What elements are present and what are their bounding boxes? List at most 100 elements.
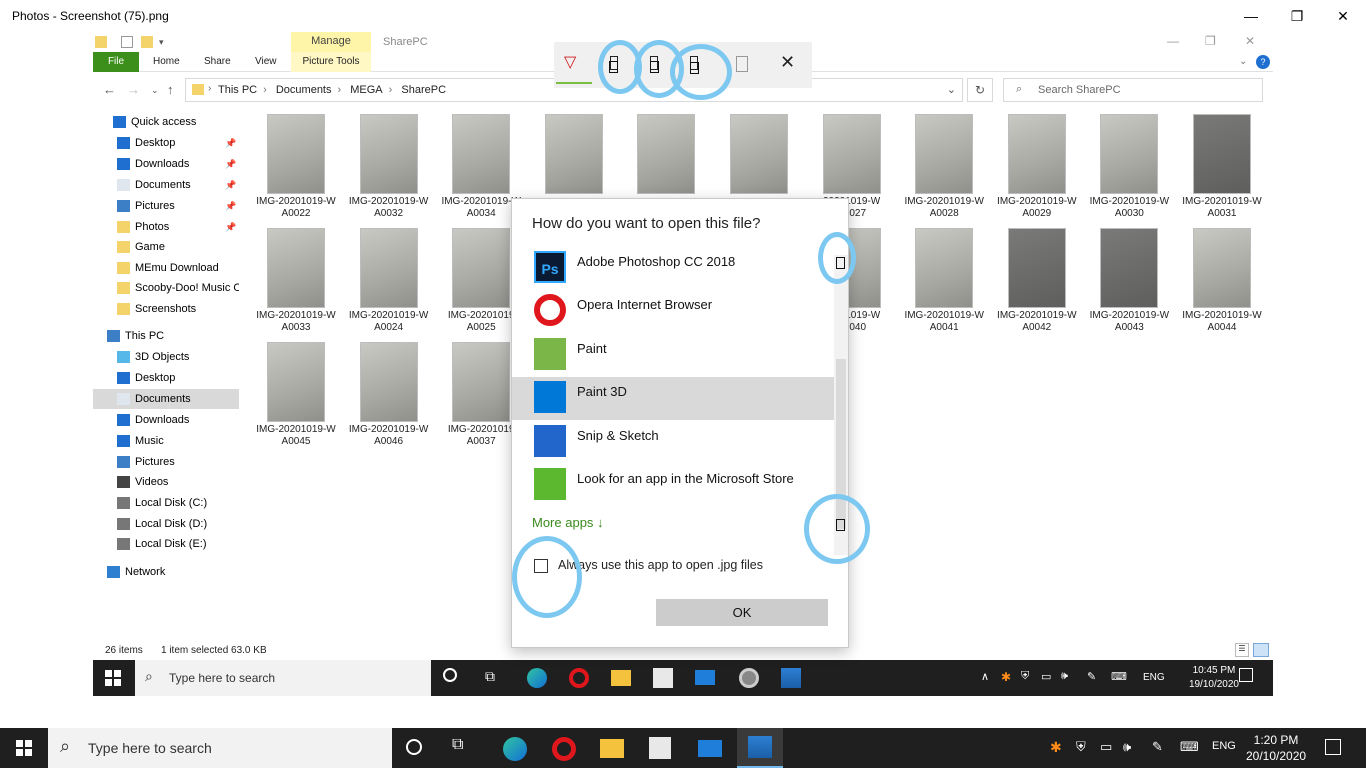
file-name-line: IMG-20201019-W	[348, 196, 429, 207]
maximize-button[interactable]: ❐	[1274, 0, 1320, 32]
language-indicator[interactable]: ENG	[1212, 740, 1236, 752]
search-icon: ⌕	[145, 668, 153, 684]
nav-item-label: Network	[125, 566, 166, 578]
pen-annotation-mark	[650, 61, 659, 73]
search-placeholder: Search SharePC	[1038, 84, 1121, 96]
network-icon: ▭	[1041, 671, 1052, 683]
photoshop-icon: Ps	[534, 251, 566, 283]
file-name-line: IMG-20201019-W	[256, 196, 336, 207]
forward-arrow-icon: →	[127, 82, 140, 97]
opera-button[interactable]	[552, 737, 576, 761]
pen-annotation-mark	[836, 257, 845, 269]
nav-item-label: Quick access	[131, 116, 197, 128]
touch-keyboard-icon[interactable]: ⌨	[1180, 739, 1199, 755]
file-name-line: A0030	[1114, 208, 1144, 219]
recent-chevron-icon: ⌄	[151, 85, 159, 95]
nav-item-label: Downloads	[135, 158, 190, 170]
action-center-button[interactable]	[1325, 739, 1341, 755]
explorer-close-icon: ✕	[1245, 34, 1256, 48]
file-thumbnail: IMG-20201019-W A0031	[1179, 114, 1265, 224]
refresh-icon: ↻	[967, 78, 993, 102]
file-explorer-button[interactable]	[600, 739, 624, 758]
pictures-icon	[117, 456, 130, 468]
tab-home: Home	[153, 56, 180, 67]
nav-item-label: Videos	[135, 476, 169, 488]
image-preview	[1193, 114, 1251, 194]
image-preview	[915, 228, 974, 308]
disk-icon	[117, 538, 130, 550]
image-preview	[1193, 228, 1251, 308]
file-thumbnail: IMG-20201019-W A0043	[1086, 228, 1172, 338]
chevron-down-icon: ▾	[159, 37, 164, 47]
volume-icon[interactable]: 🕪	[1123, 739, 1131, 755]
edge-button[interactable]	[503, 737, 527, 761]
taskbar-clock[interactable]: 1:20 PM 20/10/2020	[1246, 732, 1306, 764]
start-icon	[105, 670, 121, 686]
video-icon	[117, 476, 130, 488]
mail-button[interactable]	[698, 740, 722, 757]
nav-item: MEmu Download	[93, 258, 239, 278]
tab-view: View	[255, 56, 277, 67]
nav-item-label: Local Disk (C:)	[135, 497, 208, 509]
shield-icon[interactable]: ⛨	[1076, 739, 1086, 755]
cube-icon	[117, 351, 130, 363]
inner-search-bar: ⌕ Type here to search	[135, 660, 431, 696]
cortana-button[interactable]	[406, 739, 422, 755]
file-name-line: IMG-20201019-W	[997, 310, 1077, 321]
pin-icon: 📌	[225, 222, 237, 232]
selection-info: 1 item selected 63.0 KB	[161, 645, 267, 656]
inner-date: 19/10/2020	[1188, 679, 1239, 690]
file-name-line: A0046	[374, 436, 404, 447]
file-name-line: IMG-20201019-W	[904, 310, 984, 321]
up-arrow-icon: ↑	[167, 82, 174, 97]
taskbar-search-text: Type here to search	[88, 740, 212, 756]
pictures-icon	[117, 200, 130, 212]
taskbar-date: 20/10/2020	[1246, 749, 1307, 763]
star-icon	[113, 116, 126, 128]
close-toolbar-icon[interactable]: ✕	[780, 52, 795, 73]
avast-icon[interactable]: ✱	[1050, 739, 1062, 756]
ruler-tool-icon[interactable]	[736, 56, 748, 72]
minimize-button[interactable]: —	[1228, 0, 1274, 32]
task-view-button[interactable]: ⧉	[452, 736, 472, 756]
annotation-circle	[512, 536, 582, 618]
close-button[interactable]: ✕	[1320, 0, 1366, 32]
photos-taskbar-button[interactable]	[737, 728, 783, 768]
breadcrumb: This PC › Documents › MEGA › SharePC	[218, 84, 447, 96]
file-name-line: A0028	[929, 208, 959, 219]
image-preview	[1007, 228, 1066, 308]
snip-sketch-icon	[534, 424, 566, 457]
store-button[interactable]	[649, 737, 671, 759]
always-use-label: Always use this app to open .jpg files	[558, 558, 763, 572]
file-thumbnail: IMG-20201019-W A0045	[253, 342, 339, 452]
nav-item: Local Disk (E:)	[93, 534, 239, 554]
image-preview	[1100, 114, 1159, 194]
file-name-line: A0045	[281, 436, 311, 447]
file-name-line: A0042	[1022, 322, 1052, 333]
nav-item-label: Scooby-Doo! Music O	[135, 282, 239, 294]
shield-icon: ⛨	[1021, 670, 1030, 682]
file-name: IMG-20201019-W A0028	[901, 196, 987, 220]
nav-item: Music	[93, 431, 239, 451]
nav-item-label: Local Disk (E:)	[135, 538, 207, 550]
network-icon[interactable]: ▭	[1100, 739, 1112, 755]
media-player-icon	[739, 668, 759, 688]
file-name: IMG-20201019-W A0042	[994, 310, 1080, 334]
file-name-line: A0043	[1114, 322, 1144, 333]
inner-taskbar: ⌕ Type here to search ⧉ ∧ ✱ ⛨ ▭ 🕪 ✎ ⌨ EN…	[93, 660, 1273, 696]
nav-item-label: Documents	[135, 393, 191, 405]
image-preview	[267, 342, 325, 422]
taskbar-search[interactable]: ⌕ Type here to search	[48, 728, 392, 768]
breadcrumb-mega: MEGA	[350, 84, 383, 96]
pen-workspace-icon[interactable]: ✎	[1152, 739, 1163, 755]
app-option: Snip & Sketch	[512, 421, 834, 464]
image-preview	[267, 228, 325, 308]
pen-tool-icon[interactable]: ▽	[564, 52, 576, 72]
nav-item: Game	[93, 237, 239, 257]
file-name-line: A0032	[374, 208, 404, 219]
nav-item-label: Pictures	[135, 456, 175, 468]
file-thumbnail: IMG-20201019-W A0033	[253, 228, 339, 338]
image-preview	[544, 114, 603, 194]
start-button[interactable]	[16, 740, 32, 756]
pin-icon: 📌	[225, 159, 237, 169]
